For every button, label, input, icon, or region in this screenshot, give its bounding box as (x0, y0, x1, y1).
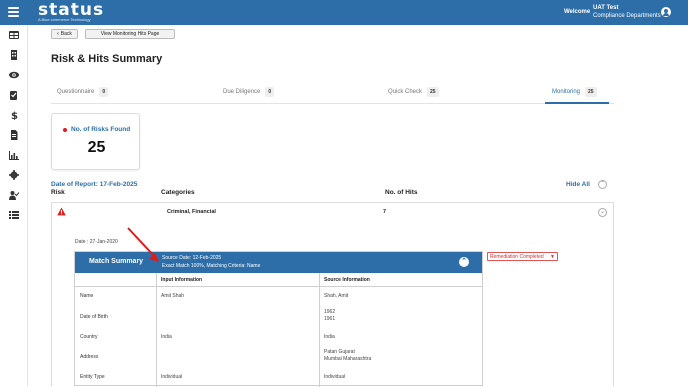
tab-count-badge: 25 (585, 87, 597, 97)
tab-label: Due Diligence (223, 89, 261, 95)
sidebar: $ (0, 25, 28, 386)
view-monitoring-label: View Monitoring Hits Page (100, 31, 160, 37)
column-divider (156, 273, 157, 387)
eye-icon (9, 71, 19, 79)
source-dob-1: 1962 (324, 309, 336, 315)
tab-label: Questionnaire (57, 89, 95, 95)
source-dob-2: 1961 (324, 316, 336, 322)
chevron-left-icon: ‹ (57, 31, 59, 37)
row-label-address: Address (80, 354, 99, 360)
back-label: Back (60, 31, 72, 37)
user-check-icon (9, 191, 19, 200)
red-dot-icon (63, 128, 67, 132)
risks-found-value: 25 (87, 139, 106, 156)
risks-found-card: No. of Risks Found 25 (51, 113, 140, 170)
top-bar: status A Blue commerce Technology Welcom… (0, 0, 688, 25)
risk-hits: 7 (383, 209, 387, 215)
sidebar-item-table[interactable] (0, 25, 28, 45)
risks-found-label: No. of Risks Found (71, 126, 131, 133)
header-risk: Risk (51, 189, 65, 196)
user-avatar-icon[interactable] (661, 7, 671, 17)
sidebar-item-settings[interactable] (0, 165, 28, 185)
match-source-date: Source Date: 12-Feb-2025 (162, 255, 222, 261)
list-icon (9, 211, 19, 219)
user-name: UAT Test (593, 5, 619, 11)
row-label-dob: Date of Birth (80, 314, 108, 320)
header-hits: No. of Hits (385, 189, 418, 196)
row-label-name: Name (80, 293, 94, 299)
sidebar-item-dollar[interactable]: $ (0, 105, 28, 125)
hit-date: Date : 27-Jan-2020 (75, 239, 118, 245)
match-summary-table: Match Summary Source Date: 12-Feb-2025 E… (74, 251, 483, 387)
input-entity-type: Individual (161, 374, 183, 380)
source-country: India (324, 334, 335, 340)
tab-questionnaire[interactable]: Questionnaire 0 (57, 85, 109, 99)
tab-count-badge: 0 (99, 87, 109, 97)
sidebar-item-chart[interactable] (0, 145, 28, 165)
match-criteria: Exact Match 100%, Matching Criteria: Nam… (162, 263, 261, 269)
row-label-entity-type: Entity Type (80, 374, 105, 380)
logo-tagline: A Blue commerce Technology (38, 17, 91, 22)
collapse-all-chevron-icon[interactable]: ⌃ (598, 180, 607, 189)
sidebar-item-checklist[interactable] (0, 85, 28, 105)
view-monitoring-hits-button[interactable]: View Monitoring Hits Page (85, 29, 175, 39)
expand-row-chevron-icon[interactable]: ⌄ (598, 208, 607, 217)
input-country: India (161, 334, 172, 340)
welcome-text: Welcome (564, 9, 591, 15)
document-icon (11, 130, 18, 140)
tab-count-badge: 25 (427, 87, 439, 97)
warning-icon (57, 207, 66, 216)
header-row-divider (75, 286, 482, 287)
sidebar-item-building[interactable] (0, 45, 28, 65)
source-information-header: Source Information (324, 277, 370, 283)
tab-monitoring[interactable]: Monitoring 25 (552, 85, 597, 99)
status-value: Remediation Completed (490, 253, 544, 260)
sidebar-item-eye[interactable] (0, 65, 28, 85)
chart-icon (9, 151, 19, 160)
status-select[interactable]: Remediation Completed ▼ (487, 252, 558, 261)
dollar-icon: $ (11, 111, 18, 120)
collapse-match-chevron-icon[interactable]: ⌃ (459, 257, 469, 267)
risk-categories: Criminal, Financial (167, 209, 216, 215)
row-label-country: Country (80, 334, 98, 340)
tab-label: Quick Check (388, 89, 423, 95)
sidebar-item-document[interactable] (0, 125, 28, 145)
match-summary-title: Match Summary (89, 258, 144, 265)
input-name: Amit Shah (161, 293, 185, 299)
checklist-icon (10, 91, 17, 100)
source-address-1: Patan Gujarat (324, 349, 355, 355)
sidebar-item-user-check[interactable] (0, 185, 28, 205)
hamburger-menu-icon[interactable] (8, 7, 19, 17)
tab-quick-check[interactable]: Quick Check 25 (388, 85, 439, 99)
tabs-divider (51, 103, 614, 104)
report-date: Date of Report: 17-Feb-2025 (51, 181, 138, 188)
chevron-down-icon: ▼ (550, 254, 555, 260)
hide-all-link[interactable]: Hide All (566, 181, 590, 188)
column-divider (319, 273, 320, 387)
source-entity-type: Individual (324, 374, 346, 380)
tab-count-badge: 0 (265, 87, 275, 97)
active-tab-indicator (545, 102, 609, 104)
header-categories: Categories (161, 189, 195, 196)
svg-text:$: $ (11, 111, 18, 120)
source-address-2: Mumbai Maharashtra (324, 356, 372, 362)
table-icon (9, 31, 19, 39)
user-department: Compliance Departments (593, 13, 661, 19)
sidebar-item-list[interactable] (0, 205, 28, 225)
source-name: Shah, Amit (324, 293, 349, 299)
back-button[interactable]: ‹ Back (51, 29, 78, 39)
gear-icon (9, 170, 19, 180)
building-icon (11, 50, 17, 60)
page-title: Risk & Hits Summary (51, 53, 163, 65)
input-information-header: Input Information (161, 277, 203, 283)
match-summary-header: Match Summary Source Date: 12-Feb-2025 E… (75, 252, 482, 273)
tab-label: Monitoring (552, 89, 581, 95)
tab-due-diligence[interactable]: Due Diligence 0 (223, 85, 275, 99)
